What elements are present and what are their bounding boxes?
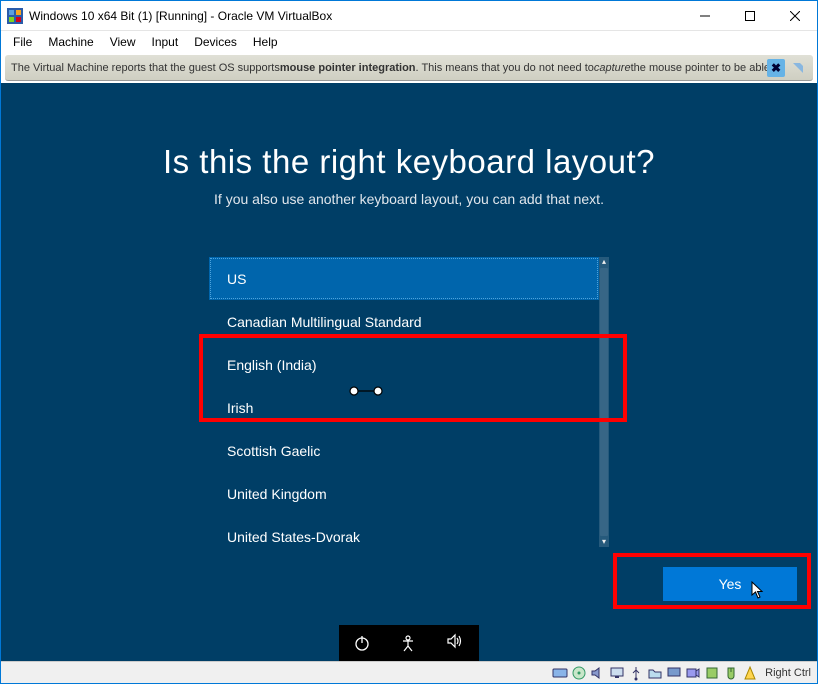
oobe-subtitle: If you also use another keyboard layout,… — [214, 191, 604, 207]
oobe-heading: Is this the right keyboard layout? — [163, 143, 655, 181]
layout-option-scottish[interactable]: Scottish Gaelic — [209, 429, 599, 472]
info-text-pre: The Virtual Machine reports that the gue… — [11, 62, 280, 74]
maximize-button[interactable] — [727, 1, 772, 30]
scroll-up-icon[interactable]: ▴ — [599, 257, 609, 267]
host-key-label: Right Ctrl — [765, 667, 811, 679]
status-usb-icon[interactable] — [628, 665, 644, 681]
status-audio-icon[interactable] — [590, 665, 606, 681]
status-display-icon[interactable] — [666, 665, 682, 681]
oobe-content: Is this the right keyboard layout? If yo… — [1, 83, 817, 625]
keyboard-layout-list: US Canadian Multilingual Standard Englis… — [209, 257, 609, 547]
status-cpu-icon[interactable] — [704, 665, 720, 681]
status-hdd-icon[interactable] — [552, 665, 568, 681]
scroll-down-icon[interactable]: ▾ — [599, 537, 609, 547]
title-bar: Windows 10 x64 Bit (1) [Running] - Oracl… — [1, 1, 817, 31]
info-text-bold: mouse pointer integration — [280, 62, 416, 74]
status-keyboard-icon[interactable] — [742, 665, 758, 681]
menu-devices[interactable]: Devices — [186, 33, 245, 51]
status-recording-icon[interactable] — [685, 665, 701, 681]
layout-option-us-dvorak[interactable]: United States-Dvorak — [209, 515, 599, 547]
layout-option-canadian[interactable]: Canadian Multilingual Standard — [209, 300, 599, 343]
layout-option-us[interactable]: US — [209, 257, 599, 300]
layout-option-uk[interactable]: United Kingdom — [209, 472, 599, 515]
vbox-status-bar: Right Ctrl — [1, 661, 817, 683]
menu-view[interactable]: View — [102, 33, 144, 51]
info-text-end: the mouse pointer to be able to — [631, 62, 783, 74]
virtualbox-app-icon — [7, 8, 23, 24]
status-shared-folders-icon[interactable] — [647, 665, 663, 681]
menu-bar: File Machine View Input Devices Help — [1, 31, 817, 53]
list-scrollbar[interactable]: ▴ ▾ — [599, 257, 609, 547]
yes-button[interactable]: Yes — [663, 567, 797, 601]
menu-help[interactable]: Help — [245, 33, 286, 51]
window-title: Windows 10 x64 Bit (1) [Running] - Oracl… — [29, 9, 682, 23]
power-icon[interactable] — [353, 634, 371, 652]
accessibility-icon[interactable] — [399, 634, 417, 652]
info-dismiss-button[interactable]: ✖ — [767, 59, 785, 77]
status-mouse-icon[interactable] — [723, 665, 739, 681]
volume-icon[interactable] — [445, 631, 465, 656]
virtualbox-window: Windows 10 x64 Bit (1) [Running] - Oracl… — [0, 0, 818, 684]
integration-info-bar: The Virtual Machine reports that the gue… — [5, 55, 813, 81]
layout-option-english-india[interactable]: English (India) — [209, 343, 599, 386]
oobe-bottom-bar — [339, 625, 479, 661]
status-optical-icon[interactable] — [571, 665, 587, 681]
minimize-button[interactable] — [682, 1, 727, 30]
guest-screen: Is this the right keyboard layout? If yo… — [1, 83, 817, 661]
window-caption-controls — [682, 1, 817, 30]
layout-option-irish[interactable]: Irish — [209, 386, 599, 429]
menu-input[interactable]: Input — [144, 33, 187, 51]
menu-file[interactable]: File — [5, 33, 40, 51]
info-pin-icon[interactable] — [789, 59, 807, 77]
status-network-icon[interactable] — [609, 665, 625, 681]
menu-machine[interactable]: Machine — [40, 33, 101, 51]
info-text-italic: capture — [594, 62, 631, 74]
info-text-mid: . This means that you do not need to — [416, 62, 594, 74]
scroll-thumb[interactable] — [600, 268, 608, 536]
layout-list-viewport[interactable]: US Canadian Multilingual Standard Englis… — [209, 257, 599, 547]
close-button[interactable] — [772, 1, 817, 30]
